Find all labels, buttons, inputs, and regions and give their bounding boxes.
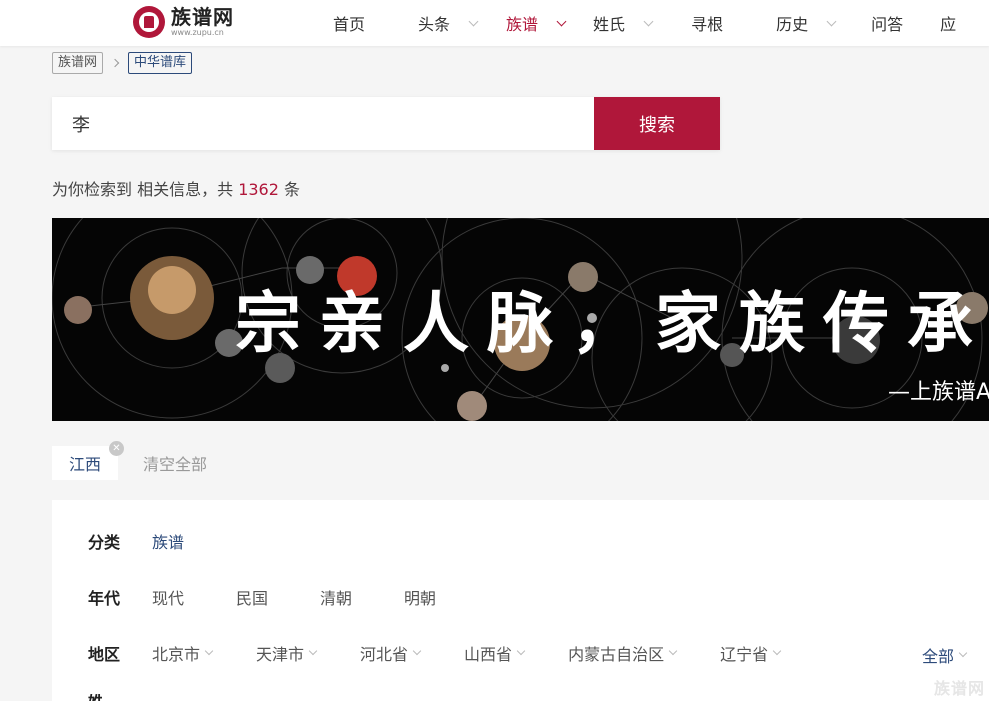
filter-row-era: 年代 现代 民国 清朝 明朝 (88, 585, 436, 609)
search-bar: 搜索 (52, 97, 720, 150)
nav-item-headlines[interactable]: 头条 (418, 0, 479, 46)
breadcrumb-home[interactable]: 族谱网 (52, 52, 104, 74)
chevron-down-icon (204, 646, 214, 656)
site-logo[interactable]: 族谱网 www.zupu.cn (133, 4, 234, 40)
filter-option[interactable]: 现代 (152, 585, 184, 609)
region-all-dropdown[interactable]: 全部 (922, 643, 968, 667)
chevron-down-icon (772, 646, 782, 656)
active-filters: 江西 ✕ 清空全部 (52, 441, 207, 480)
logo-icon (133, 6, 165, 38)
chevron-down-icon (412, 646, 422, 656)
banner-subtitle: —上族谱App (888, 380, 989, 405)
filter-option[interactable]: 族谱 (152, 529, 184, 553)
promo-banner[interactable]: 宗亲人脉，家族传承 —上族谱App (52, 218, 989, 421)
chevron-down-icon (468, 16, 479, 26)
filter-panel: 分类 族谱 年代 现代 民国 清朝 明朝 地区 北京市 天津市 河北省 山西省 … (52, 500, 989, 701)
logo-domain: www.zupu.cn (171, 28, 224, 37)
filter-label-category: 分类 (88, 533, 121, 552)
filter-tag-label: 江西 (68, 455, 101, 474)
chevron-down-icon (308, 646, 318, 656)
result-summary: 为你检索到 相关信息，共 1362 条 (52, 176, 300, 200)
filter-row-region: 地区 北京市 天津市 河北省 山西省 内蒙古自治区 辽宁省 (88, 641, 782, 665)
filter-option[interactable]: 河北省 (360, 641, 422, 665)
breadcrumb-current[interactable]: 中华谱库 (128, 52, 193, 74)
filter-option[interactable]: 清朝 (320, 585, 352, 609)
result-prefix: 为你检索到 相关信息，共 (52, 180, 234, 199)
nav-item-app[interactable]: 应 (940, 0, 956, 46)
filter-label-surname: 姓 (88, 694, 102, 701)
filter-option[interactable]: 天津市 (256, 641, 318, 665)
nav-item-qa[interactable]: 问答 (871, 0, 903, 46)
filter-option[interactable]: 民国 (236, 585, 268, 609)
nav-item-surnames[interactable]: 姓氏 (593, 0, 654, 46)
main-nav: 首页 头条 族谱 姓氏 寻根 历史 问答 应 (320, 0, 956, 46)
filter-tag[interactable]: 江西 ✕ (52, 441, 124, 480)
banner-title: 宗亲人脉，家族传承 (235, 284, 989, 362)
search-input[interactable] (52, 97, 594, 150)
filter-label-era: 年代 (88, 589, 121, 608)
filter-option[interactable]: 内蒙古自治区 (568, 641, 678, 665)
chevron-down-icon (643, 16, 654, 26)
filter-option[interactable]: 明朝 (404, 585, 436, 609)
chevron-down-icon (668, 646, 678, 656)
filter-option[interactable]: 辽宁省 (720, 641, 782, 665)
chevron-down-icon (826, 16, 837, 26)
search-button[interactable]: 搜索 (594, 97, 720, 150)
filter-row-category: 分类 族谱 (88, 529, 184, 553)
breadcrumb: 族谱网 中华谱库 (52, 52, 193, 74)
chevron-down-icon (516, 646, 526, 656)
nav-item-genealogy[interactable]: 族谱 (506, 0, 567, 46)
logo-name: 族谱网 (171, 5, 234, 29)
filter-option[interactable]: 山西省 (464, 641, 526, 665)
chevron-down-icon (556, 16, 567, 26)
result-suffix: 条 (284, 180, 301, 199)
chevron-right-icon (110, 58, 120, 68)
top-header: 族谱网 www.zupu.cn 首页 头条 族谱 姓氏 寻根 历史 问答 应 (0, 0, 989, 46)
nav-item-home[interactable]: 首页 (333, 0, 365, 46)
nav-item-history[interactable]: 历史 (776, 0, 837, 46)
result-count: 1362 (238, 180, 279, 199)
nav-item-roots[interactable]: 寻根 (691, 0, 723, 46)
filter-option[interactable]: 北京市 (152, 641, 214, 665)
watermark: 族谱网 (933, 679, 985, 698)
clear-all-link[interactable]: 清空全部 (143, 451, 207, 475)
chevron-down-icon (958, 648, 968, 658)
filter-label-region: 地区 (88, 645, 121, 664)
close-icon[interactable]: ✕ (109, 441, 124, 456)
